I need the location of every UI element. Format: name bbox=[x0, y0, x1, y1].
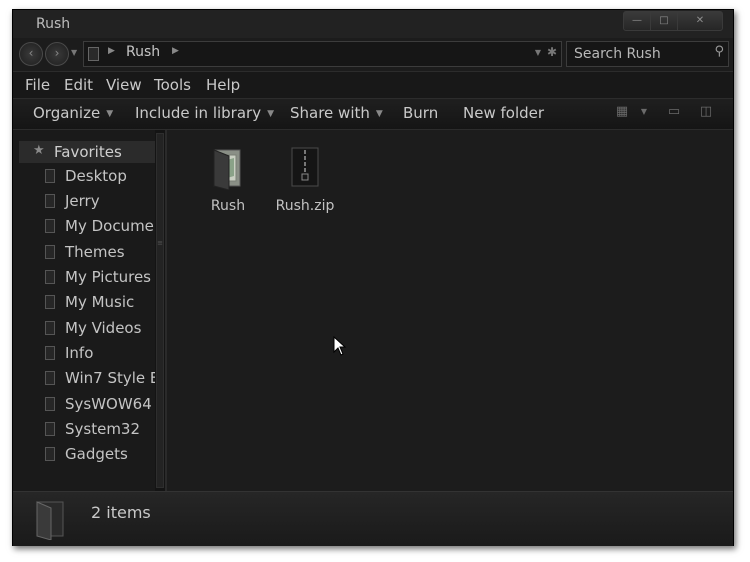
search-box[interactable]: Search Rush ⚲ bbox=[566, 41, 729, 67]
sidebar-item-label: Gadgets bbox=[65, 445, 128, 463]
folder-icon bbox=[45, 346, 55, 360]
sidebar-item-label: My Music bbox=[65, 293, 135, 311]
burn-button[interactable]: Burn bbox=[403, 104, 438, 122]
window-title: Rush bbox=[36, 16, 71, 32]
file-name: Rush bbox=[210, 198, 246, 214]
scrollbar-thumb[interactable] bbox=[156, 133, 164, 488]
forward-button[interactable]: › bbox=[45, 42, 69, 66]
menu-file[interactable]: File bbox=[25, 76, 50, 94]
organize-button[interactable]: Organize ▼ bbox=[33, 104, 113, 122]
include-in-library-button[interactable]: Include in library ▼ bbox=[135, 104, 274, 122]
folder-icon bbox=[45, 422, 55, 436]
sidebar-item-system32[interactable]: System32 bbox=[33, 417, 165, 441]
folder-icon bbox=[213, 149, 241, 191]
sidebar-item-syswow64[interactable]: SysWOW64 bbox=[33, 392, 165, 416]
sidebar-item-label: SysWOW64 bbox=[65, 395, 152, 413]
new-folder-button[interactable]: New folder bbox=[463, 104, 544, 122]
back-button[interactable]: ‹ bbox=[19, 42, 43, 66]
sidebar-item-themes[interactable]: Themes bbox=[33, 240, 165, 264]
folder-icon bbox=[45, 169, 55, 183]
command-bar: Organize ▼ Include in library ▼ Share with… bbox=[13, 99, 733, 130]
breadcrumb-rush[interactable]: Rush bbox=[126, 44, 160, 60]
breadcrumb-separator-icon[interactable]: ▶ bbox=[172, 46, 179, 56]
folder-icon bbox=[45, 295, 55, 309]
sidebar-item-label: My Pictures bbox=[65, 268, 151, 286]
file-name: Rush.zip bbox=[275, 198, 335, 214]
folder-icon bbox=[45, 245, 55, 259]
sidebar-item-label: Info bbox=[65, 344, 94, 362]
navigation-pane-scrollbar[interactable]: ≡ bbox=[155, 130, 165, 491]
search-icon[interactable]: ⚲ bbox=[714, 44, 724, 59]
change-view-icon[interactable]: ▦ bbox=[615, 105, 629, 119]
sidebar-item-info[interactable]: Info bbox=[33, 341, 165, 365]
sidebar-item-my-music[interactable]: My Music bbox=[33, 290, 165, 314]
breadcrumb-separator-icon[interactable]: ▶ bbox=[108, 46, 115, 56]
favorites-label: Favorites bbox=[54, 143, 122, 161]
file-item-rush-zip[interactable]: Rush.zip bbox=[265, 146, 345, 214]
sidebar-item-desktop[interactable]: Desktop bbox=[33, 164, 165, 188]
sidebar-item-jerry[interactable]: Jerry bbox=[33, 189, 165, 213]
folder-icon bbox=[45, 194, 55, 208]
navigation-row: ‹ › ▼ ▶ Rush ▶ ▼ ✱ Search Rush ⚲ bbox=[13, 39, 733, 69]
sidebar-item-my-pictures[interactable]: My Pictures bbox=[33, 265, 165, 289]
folder-icon bbox=[45, 270, 55, 284]
file-list: Rush Rush.zip bbox=[167, 130, 733, 491]
navigation-pane: ★ Favorites Desktop Jerry My Documen The… bbox=[13, 130, 165, 491]
explorer-window: Rush — □ ✕ ‹ › ▼ ▶ Rush ▶ ▼ ✱ Search Rus… bbox=[12, 9, 734, 546]
minimize-button[interactable]: — bbox=[623, 11, 651, 31]
scrollbar-grip-icon: ≡ bbox=[157, 239, 163, 247]
view-options-dropdown-icon[interactable]: ▼ bbox=[637, 105, 651, 119]
folder-icon bbox=[45, 397, 55, 411]
star-icon: ★ bbox=[33, 143, 45, 158]
chevron-down-icon: ▼ bbox=[267, 109, 274, 119]
recent-pages-dropdown[interactable]: ▼ bbox=[71, 48, 77, 57]
sidebar-item-label: System32 bbox=[65, 420, 141, 438]
folder-icon bbox=[36, 501, 64, 540]
folder-icon bbox=[45, 321, 55, 335]
include-in-library-label: Include in library bbox=[135, 104, 262, 122]
folder-icon bbox=[45, 219, 55, 233]
folder-icon bbox=[88, 47, 99, 61]
file-item-rush-folder[interactable]: Rush bbox=[188, 146, 268, 214]
sidebar-item-label: Themes bbox=[65, 243, 125, 261]
favorites-header[interactable]: ★ Favorites bbox=[19, 141, 165, 163]
search-input[interactable]: Search Rush bbox=[574, 46, 661, 62]
chevron-down-icon: ▼ bbox=[375, 109, 383, 119]
sidebar-item-label: Win7 Style Bu bbox=[65, 369, 165, 387]
help-icon[interactable]: ◫ bbox=[699, 105, 713, 119]
item-count: 2 items bbox=[91, 503, 151, 522]
folder-icon bbox=[45, 447, 55, 461]
sidebar-item-label: My Documen bbox=[65, 217, 164, 235]
menu-edit[interactable]: Edit bbox=[64, 76, 93, 94]
sidebar-item-gadgets[interactable]: Gadgets bbox=[33, 442, 165, 466]
menu-help[interactable]: Help bbox=[206, 76, 240, 94]
caption-buttons: — □ ✕ bbox=[623, 11, 723, 31]
zip-icon bbox=[291, 147, 319, 187]
sidebar-item-label: Jerry bbox=[65, 192, 100, 210]
menu-bar: File Edit View Tools Help bbox=[13, 71, 733, 99]
chevron-down-icon: ▼ bbox=[106, 109, 114, 119]
share-with-label: Share with bbox=[290, 104, 370, 122]
sidebar-item-label: Desktop bbox=[65, 167, 127, 185]
sidebar-item-my-documents[interactable]: My Documen bbox=[33, 214, 165, 238]
details-pane: 2 items bbox=[13, 491, 733, 546]
share-with-button[interactable]: Share with ▼ bbox=[290, 104, 383, 122]
address-dropdown-icon[interactable]: ▼ bbox=[535, 48, 541, 57]
mouse-pointer-icon bbox=[333, 336, 347, 356]
sidebar-item-win7-style-builder[interactable]: Win7 Style Bu bbox=[33, 366, 165, 390]
refresh-icon[interactable]: ✱ bbox=[547, 45, 557, 59]
sidebar-item-my-videos[interactable]: My Videos bbox=[33, 316, 165, 340]
preview-pane-icon[interactable]: ▭ bbox=[667, 105, 681, 119]
menu-view[interactable]: View bbox=[106, 76, 142, 94]
menu-tools[interactable]: Tools bbox=[154, 76, 191, 94]
address-bar[interactable]: ▶ Rush ▶ ▼ ✱ bbox=[83, 41, 562, 67]
sidebar-item-label: My Videos bbox=[65, 319, 142, 337]
organize-label: Organize bbox=[33, 104, 101, 122]
maximize-button[interactable]: □ bbox=[651, 11, 677, 31]
title-bar[interactable]: Rush — □ ✕ bbox=[13, 10, 733, 38]
close-button[interactable]: ✕ bbox=[677, 11, 723, 31]
folder-icon bbox=[45, 371, 55, 385]
